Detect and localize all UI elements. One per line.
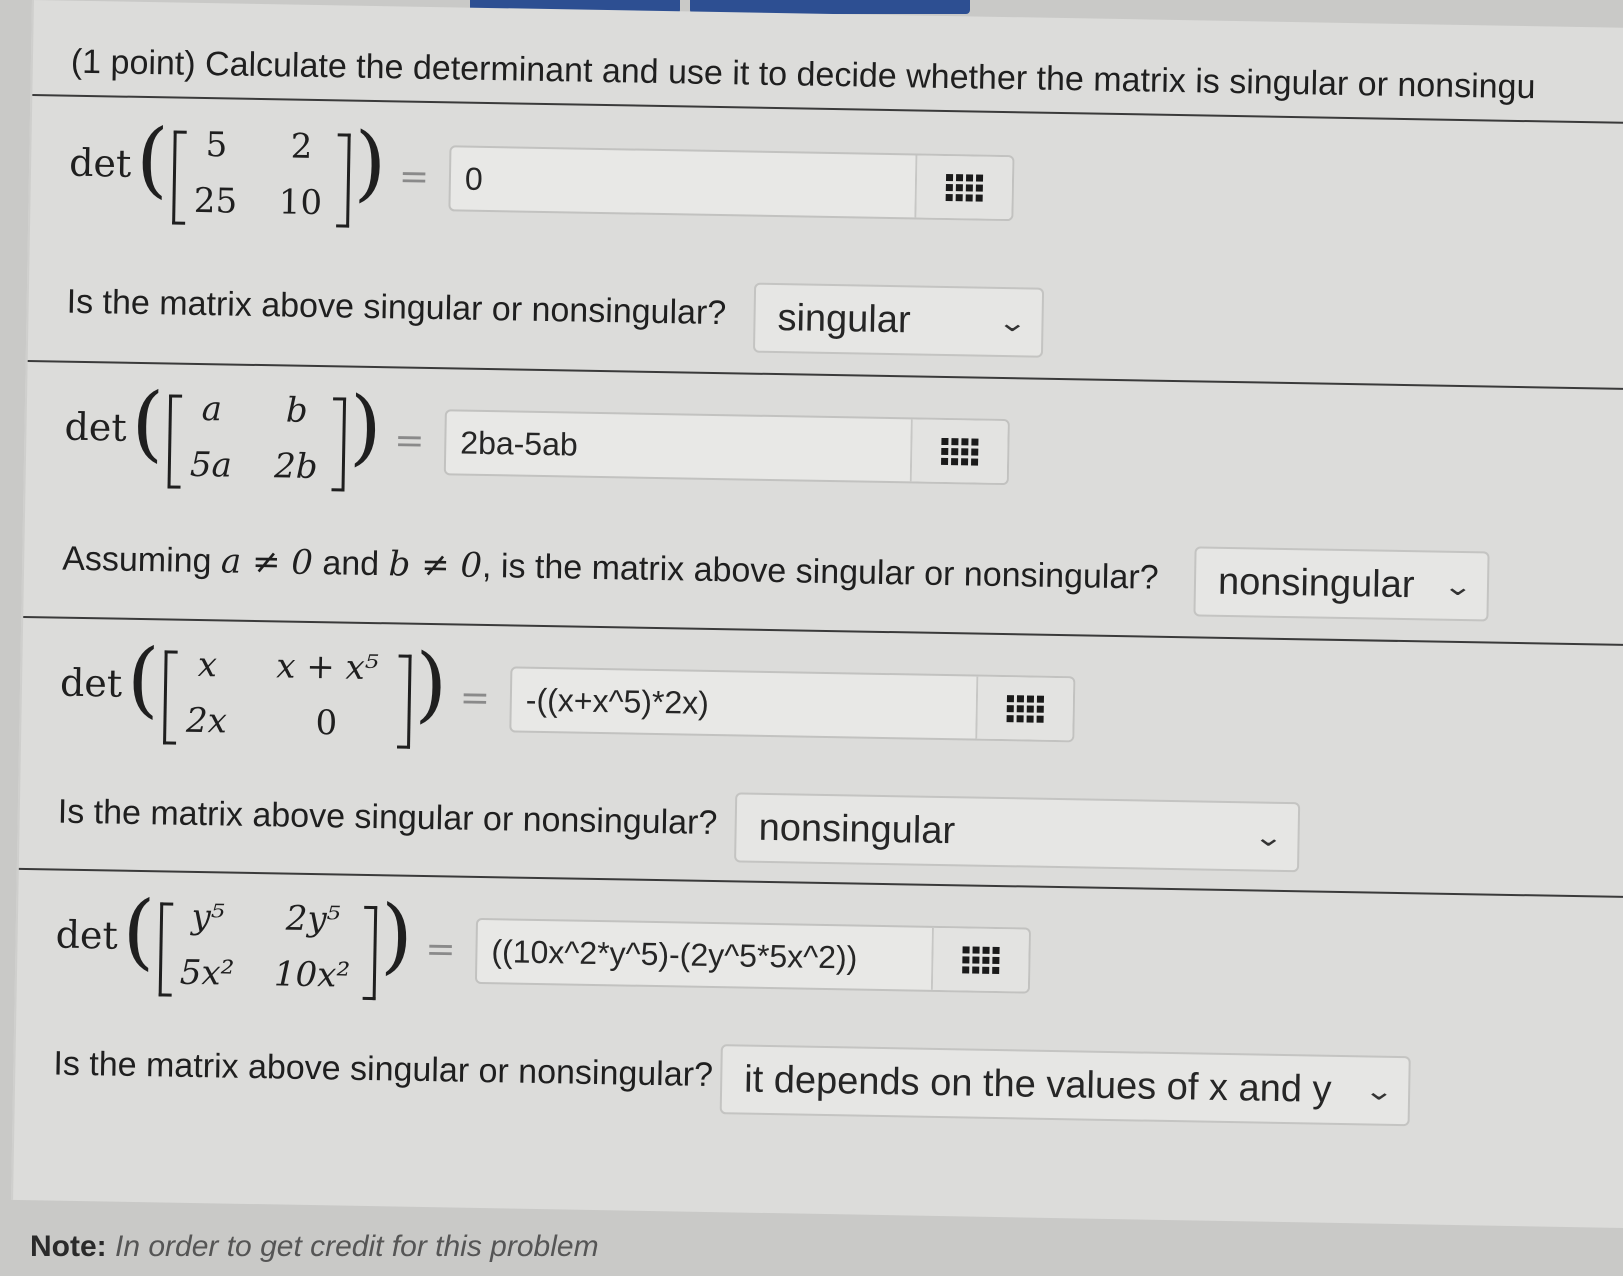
right-bracket [336, 133, 351, 228]
left-paren: ( [121, 883, 156, 980]
matrix-cell: 2b [273, 446, 318, 488]
divider [18, 867, 1623, 899]
right-paren: ) [414, 636, 448, 733]
det-label: det [68, 140, 132, 186]
equals-sign: = [398, 156, 430, 198]
matrix-cell: 5 [205, 125, 228, 166]
grid-icon [962, 945, 1000, 974]
singularity-select[interactable]: nonsingular ⌄ [1193, 546, 1490, 622]
right-paren: ) [348, 379, 383, 476]
singularity-select[interactable]: singular ⌄ [752, 282, 1045, 358]
right-paren: ) [353, 115, 388, 212]
singularity-select[interactable]: it depends on the values of x and y ⌄ [719, 1044, 1411, 1127]
matrix-cell: b [285, 390, 309, 431]
selected-value: it depends on the values of x and y [743, 1058, 1332, 1111]
grid-icon [941, 437, 979, 466]
matrix-cell: 5x² [179, 952, 235, 994]
answer-value: -((x+x^5)*2x) [525, 681, 710, 721]
chevron-down-icon: ⌄ [997, 306, 1029, 337]
note-label: Note: [30, 1230, 107, 1263]
equals-sign: = [394, 420, 425, 462]
matrix-cell: 25 [193, 180, 238, 222]
matrix-cell: 2x [185, 700, 228, 742]
equals-sign: = [425, 929, 457, 971]
equation-editor-button[interactable] [975, 676, 1074, 741]
equation-editor-button[interactable] [914, 155, 1013, 220]
note-text: In order to get credit for this problem [115, 1230, 599, 1263]
answer-value: ((10x^2*y^5)-(2y^5*5x^2)) [491, 932, 858, 976]
equation-editor-button[interactable] [909, 419, 1008, 484]
right-bracket [362, 905, 378, 1001]
matrix-cell: 0 [315, 703, 338, 744]
det-label: det [55, 912, 119, 958]
matrix-cell: 5a [189, 444, 233, 486]
chevron-down-icon: ⌄ [1442, 570, 1474, 601]
equation-editor-button[interactable] [930, 927, 1029, 992]
matrix-cell: 2y⁵ [285, 898, 341, 940]
question-text: Is the matrix above singular or nonsingu… [66, 282, 727, 333]
matrix-cell: x + x⁵ [276, 646, 379, 689]
answer-value: 2ba-5ab [460, 424, 579, 463]
grid-icon [945, 173, 984, 202]
grid-icon [1006, 694, 1045, 723]
question-text: Assuming a ≠ 0 and b ≠ 0, is the matrix … [61, 539, 1159, 597]
divider [23, 615, 1623, 647]
selected-value: nonsingular [1217, 560, 1415, 606]
chevron-down-icon: ⌄ [1363, 1074, 1395, 1106]
matrix-cell: x [197, 644, 218, 686]
answer-value: 0 [464, 160, 484, 197]
chevron-down-icon: ⌄ [1253, 820, 1285, 852]
selected-value: nonsingular [758, 806, 956, 852]
equals-sign: = [459, 677, 491, 720]
question-text: Is the matrix above singular or nonsingu… [53, 1044, 714, 1095]
left-paren: ( [130, 375, 165, 472]
det-label: det [59, 660, 123, 706]
determinant-answer-field[interactable]: 2ba-5ab [443, 409, 1010, 486]
singularity-select[interactable]: nonsingular ⌄ [734, 792, 1301, 873]
divider [27, 359, 1623, 391]
right-bracket [331, 397, 347, 492]
det-label: det [64, 404, 128, 450]
selected-value: singular [777, 296, 911, 341]
determinant-answer-field[interactable]: -((x+x^5)*2x) [509, 666, 1076, 743]
left-paren: ( [135, 111, 170, 208]
determinant-answer-field[interactable]: ((10x^2*y^5)-(2y^5*5x^2)) [474, 917, 1031, 994]
determinant-answer-field[interactable]: 0 [448, 145, 1015, 222]
footer-note: Note: In order to get credit for this pr… [30, 1230, 599, 1264]
matrix-cell: 2 [290, 126, 313, 167]
matrix-cell: y⁵ [191, 896, 225, 938]
right-bracket [396, 654, 412, 749]
matrix-cell: 10 [278, 182, 323, 224]
question-text: Is the matrix above singular or nonsingu… [57, 792, 718, 843]
left-paren: ( [126, 631, 160, 728]
matrix-cell: a [201, 389, 223, 430]
problem-card: (1 point) Calculate the determinant and … [11, 0, 1623, 1229]
matrix-cell: 10x² [273, 954, 351, 996]
right-paren: ) [379, 888, 414, 984]
